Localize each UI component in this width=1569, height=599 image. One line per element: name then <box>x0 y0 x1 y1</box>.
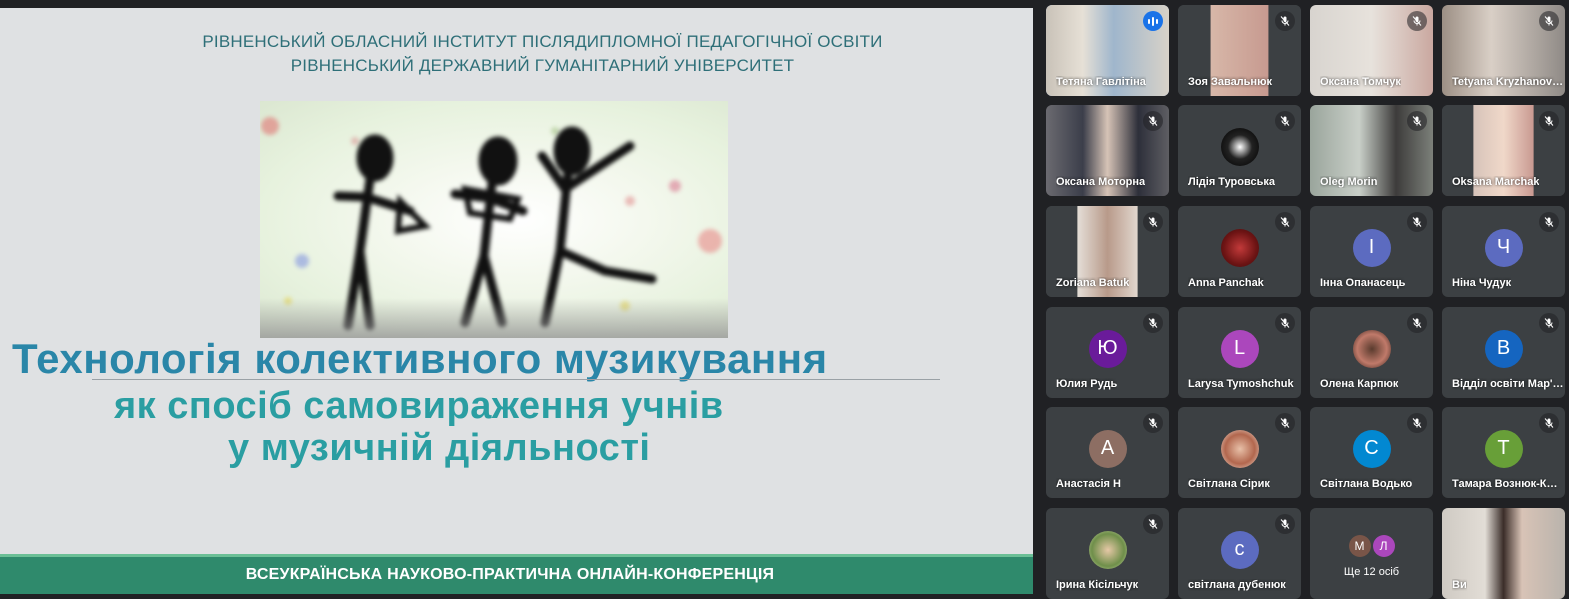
participant-name: Ніна Чудук <box>1452 277 1512 289</box>
avatar: Л <box>1372 535 1395 557</box>
participant-tile[interactable]: Ч Ніна Чудук <box>1442 206 1565 297</box>
participant-tile[interactable]: Ви <box>1442 508 1565 599</box>
mic-off-icon <box>1539 11 1559 31</box>
mic-off-icon <box>1275 313 1295 333</box>
participant-tile[interactable]: Т Тамара Вознюк-Козловська <box>1442 407 1565 498</box>
participant-tile[interactable]: Світлана Сірик <box>1178 407 1301 498</box>
avatar: Т <box>1484 429 1523 468</box>
avatar <box>1220 429 1259 468</box>
participant-tile[interactable]: L Larysa Tymoshchuk <box>1178 307 1301 398</box>
mic-off-icon <box>1407 11 1427 31</box>
participant-tile[interactable]: Tetyana Kryzhanovska <box>1442 5 1565 96</box>
conference-title: ВСЕУКРАЇНСЬКА НАУКОВО-ПРАКТИЧНА ОНЛАЙН-К… <box>245 566 775 583</box>
mic-off-icon <box>1275 111 1295 131</box>
mic-off-icon <box>1143 212 1163 232</box>
conference-banner: ВСЕУКРАЇНСЬКА НАУКОВО-ПРАКТИЧНА ОНЛАЙН-К… <box>0 554 1033 594</box>
participant-tile[interactable]: Oksana Marchak <box>1442 105 1565 196</box>
participant-name: Larysa Tymoshchuk <box>1188 378 1294 390</box>
participant-tile[interactable]: Oleg Morin <box>1310 105 1433 196</box>
dancing-figures-image <box>260 101 728 338</box>
mic-off-icon <box>1539 313 1559 333</box>
participant-tile[interactable]: С Світлана Водько <box>1310 407 1433 498</box>
participant-tile[interactable]: Zoriana Batuk <box>1046 206 1169 297</box>
participant-name: Oleg Morin <box>1320 176 1378 188</box>
participant-tile[interactable]: Оксана Моторна <box>1046 105 1169 196</box>
participant-name: Ви <box>1452 579 1467 591</box>
participant-name: Anna Panchak <box>1188 277 1264 289</box>
avatar <box>1220 127 1259 166</box>
avatar: В <box>1484 329 1523 368</box>
avatar: А <box>1088 429 1127 468</box>
mic-off-icon <box>1143 111 1163 131</box>
mic-off-icon <box>1143 413 1163 433</box>
slide-title-line-3: у музичній діяльності <box>228 427 651 469</box>
participant-name: Tetyana Kryzhanovska <box>1452 76 1564 88</box>
avatar <box>1088 530 1127 569</box>
participant-tile[interactable]: І Інна Опанасець <box>1310 206 1433 297</box>
participant-name: Лідія Туровська <box>1188 176 1275 188</box>
participant-tile[interactable]: Ю Юлия Рудь <box>1046 307 1169 398</box>
participant-tile[interactable]: Тетяна Гавлітіна <box>1046 5 1169 96</box>
mic-off-icon <box>1275 11 1295 31</box>
mic-off-icon <box>1275 212 1295 232</box>
participant-tile[interactable]: Anna Panchak <box>1178 206 1301 297</box>
participant-name: Світлана Сірик <box>1188 478 1270 490</box>
more-avatars: МЛ <box>1348 535 1395 557</box>
mic-off-icon <box>1143 313 1163 333</box>
avatar <box>1352 329 1391 368</box>
participant-name: світлана дубенюк <box>1188 579 1286 591</box>
participant-tile[interactable]: Лідія Туровська <box>1178 105 1301 196</box>
mic-off-icon <box>1143 514 1163 534</box>
participant-name: Інна Опанасець <box>1320 277 1406 289</box>
participant-tile[interactable]: Олена Карпюк <box>1310 307 1433 398</box>
participant-name: Олена Карпюк <box>1320 378 1399 390</box>
speaking-indicator-icon <box>1143 11 1163 31</box>
more-participants-label: Ще 12 осіб <box>1343 566 1400 578</box>
avatar: Ч <box>1484 228 1523 267</box>
participant-tile[interactable]: Ірина Кісільчук <box>1046 508 1169 599</box>
slide-title-line-2: як спосіб самовираження учнів <box>114 385 724 427</box>
university-name: РІВНЕНСЬКИЙ ДЕРЖАВНИЙ ГУМАНІТАРНИЙ УНІВЕ… <box>290 56 795 75</box>
participant-name: Юлия Рудь <box>1056 378 1118 390</box>
participant-name: Тамара Вознюк-Козловська <box>1452 478 1564 490</box>
avatar: с <box>1220 530 1259 569</box>
presentation-slide: РІВНЕНСЬКИЙ ОБЛАСНИЙ ІНСТИТУТ ПІСЛЯДИПЛО… <box>0 8 1033 594</box>
participant-tile[interactable]: Оксана Томчук <box>1310 5 1433 96</box>
avatar: Ю <box>1088 329 1127 368</box>
mic-off-icon <box>1539 413 1559 433</box>
participant-name: Оксана Моторна <box>1056 176 1146 188</box>
slide-title-line-1: Технологія колективного музикування <box>12 335 828 382</box>
participant-name: Світлана Водько <box>1320 478 1413 490</box>
institute-name: РІВНЕНСЬКИЙ ОБЛАСНИЙ ІНСТИТУТ ПІСЛЯДИПЛО… <box>202 32 883 51</box>
participant-tile[interactable]: А Анастасія Н <box>1046 407 1169 498</box>
mic-off-icon <box>1407 413 1427 433</box>
participant-tile[interactable]: с світлана дубенюк <box>1178 508 1301 599</box>
avatar: І <box>1352 228 1391 267</box>
mic-off-icon <box>1407 212 1427 232</box>
avatar: М <box>1348 535 1371 557</box>
mic-off-icon <box>1275 514 1295 534</box>
participant-name: Oksana Marchak <box>1452 176 1540 188</box>
mic-off-icon <box>1407 313 1427 333</box>
mic-off-icon <box>1407 111 1427 131</box>
participant-tile[interactable]: Зоя Завальнюк <box>1178 5 1301 96</box>
meeting-window: РІВНЕНСЬКИЙ ОБЛАСНИЙ ІНСТИТУТ ПІСЛЯДИПЛО… <box>0 0 1569 599</box>
avatar: С <box>1352 429 1391 468</box>
avatar: L <box>1220 329 1259 368</box>
mic-off-icon <box>1539 212 1559 232</box>
more-participants-tile[interactable]: М Л Ще 12 осіб <box>1310 508 1433 599</box>
participant-name: Тетяна Гавлітіна <box>1056 76 1146 88</box>
participant-tile[interactable]: В Відділ освіти Мар'янівської ТГ <box>1442 307 1565 398</box>
participant-name: Zoriana Batuk <box>1056 277 1130 289</box>
mic-off-icon <box>1539 111 1559 131</box>
participant-name: Ірина Кісільчук <box>1056 579 1139 591</box>
title-divider <box>92 379 940 380</box>
participant-name: Відділ освіти Мар'янівської ТГ <box>1452 378 1564 390</box>
participant-name: Оксана Томчук <box>1320 76 1401 88</box>
avatar <box>1220 228 1259 267</box>
participant-name: Зоя Завальнюк <box>1188 76 1272 88</box>
participant-name: Анастасія Н <box>1056 478 1121 490</box>
mic-off-icon <box>1275 413 1295 433</box>
